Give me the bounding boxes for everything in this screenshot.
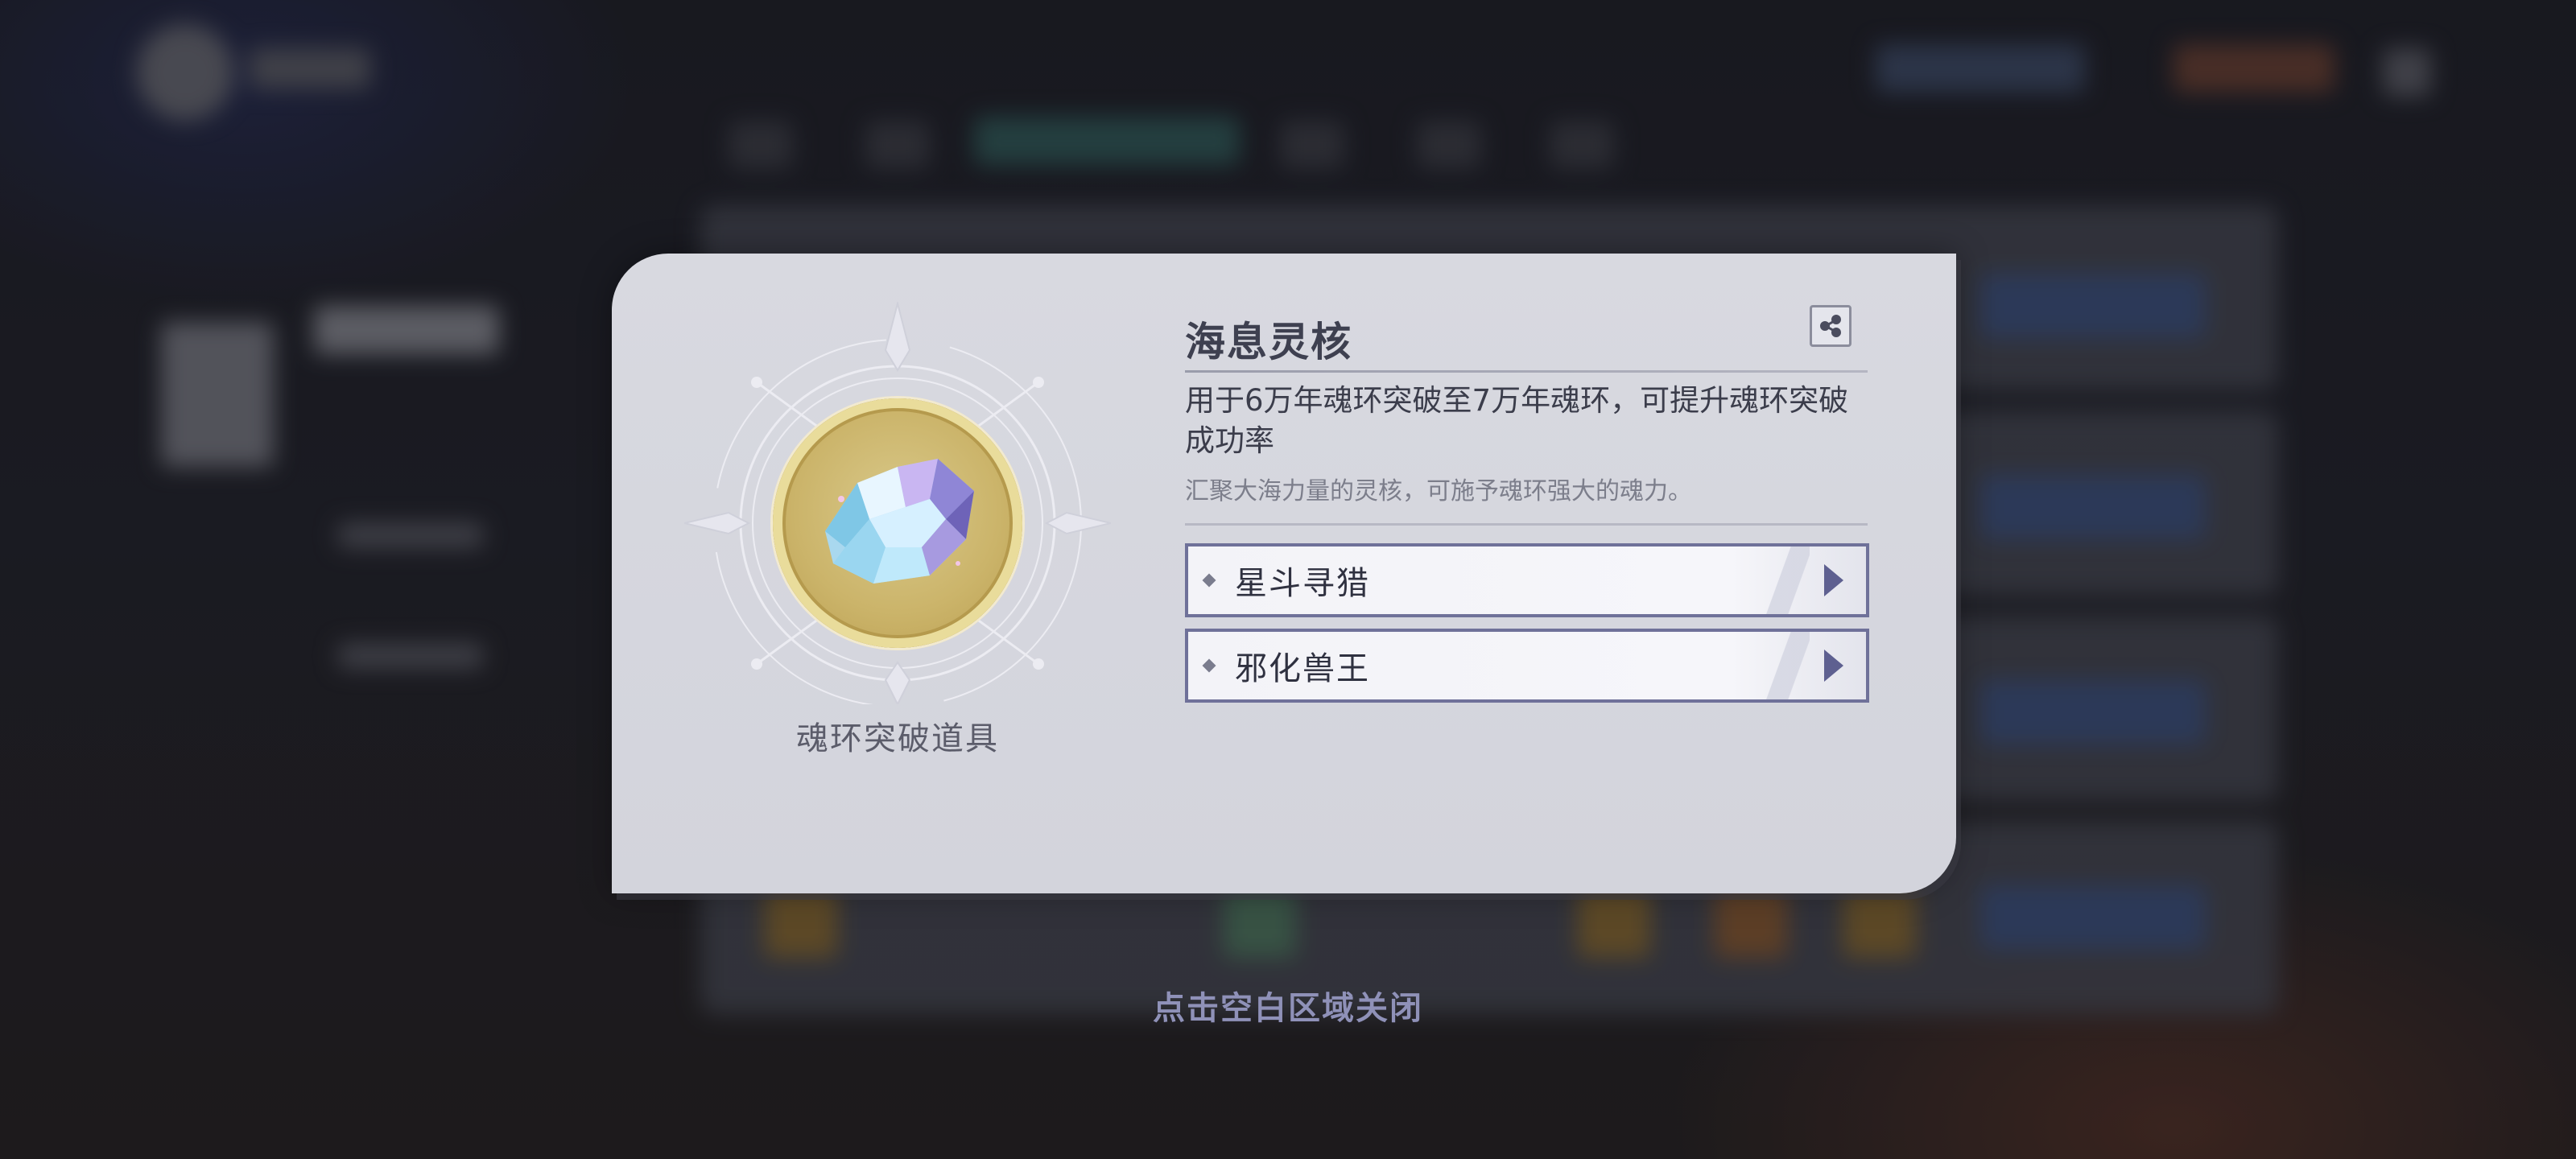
share-button[interactable] <box>1810 305 1852 347</box>
item-visual <box>684 302 1111 704</box>
item-flavor-text: 汇聚大海力量的灵核，可施予魂环强大的魂力。 <box>1185 477 1692 505</box>
crystal-icon <box>825 459 974 584</box>
source-button-xingdou-hunt[interactable]: 星斗寻猎 <box>1185 543 1869 617</box>
share-icon <box>1820 315 1841 337</box>
item-category-label: 魂环突破道具 <box>796 720 999 757</box>
diamond-bullet-icon <box>1202 573 1216 588</box>
item-medallion <box>773 398 1022 648</box>
item-name-title: 海息灵核 <box>1185 318 1352 365</box>
description-divider <box>1185 523 1868 526</box>
item-detail-popup: 魂环突破道具 海息灵核 用于6万年魂环突破至7万年魂环，可提升魂环突破成功率 汇… <box>612 254 1956 893</box>
diamond-bullet-icon <box>1202 658 1216 673</box>
play-arrow-icon <box>1824 564 1843 596</box>
close-hint[interactable]: 点击空白区域关闭 <box>0 982 2576 1029</box>
decorative-stripe <box>1761 632 1810 699</box>
source-label: 星斗寻猎 <box>1235 565 1370 602</box>
play-arrow-icon <box>1824 650 1843 682</box>
decorative-stripe <box>1761 547 1810 614</box>
title-divider <box>1185 370 1868 373</box>
source-button-beast-king[interactable]: 邪化兽王 <box>1185 629 1869 703</box>
item-usage-description: 用于6万年魂环突破至7万年魂环，可提升魂环突破成功率 <box>1185 383 1849 458</box>
source-label: 邪化兽王 <box>1235 650 1370 687</box>
